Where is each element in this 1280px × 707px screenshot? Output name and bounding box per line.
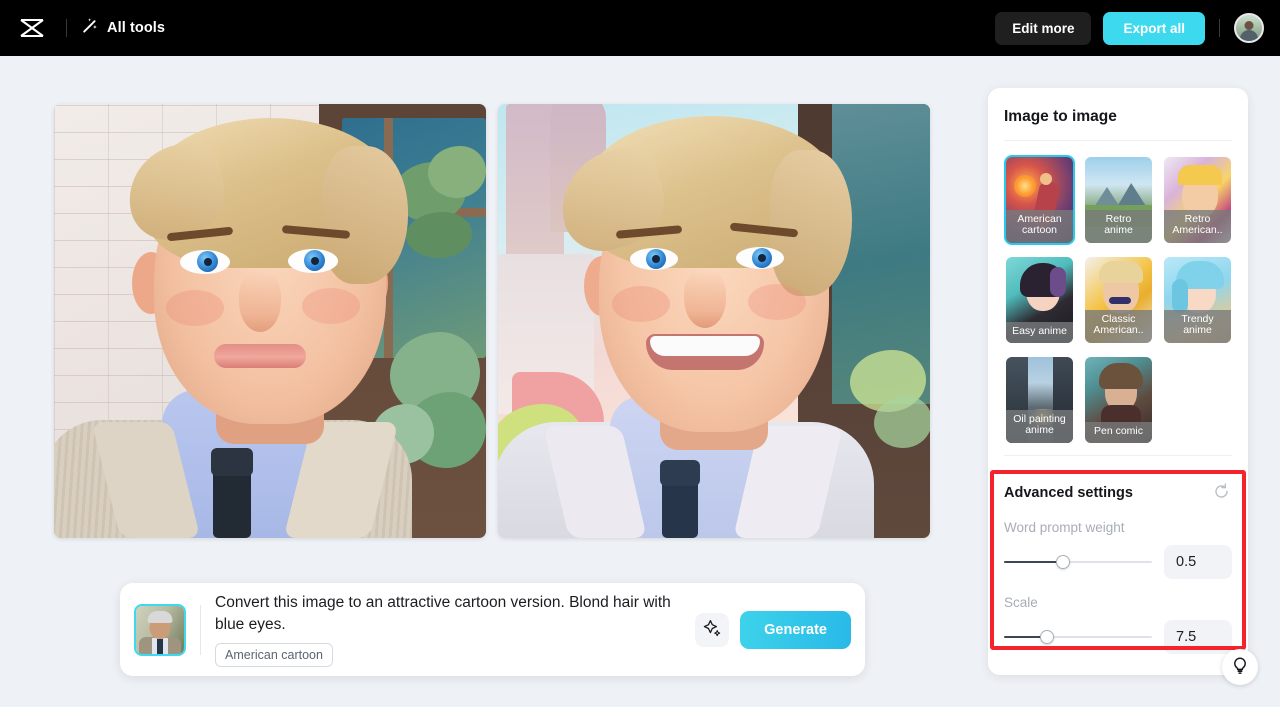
scale-value[interactable]: 7.5	[1164, 620, 1232, 654]
nose	[684, 270, 726, 328]
word-prompt-weight-label: Word prompt weight	[1004, 520, 1125, 535]
blush-left	[166, 290, 224, 326]
source-image-thumbnail[interactable]	[134, 603, 186, 656]
style-label: Classic American..	[1085, 309, 1152, 343]
capcut-logo-icon[interactable]	[16, 12, 48, 44]
image-to-image-panel: Image to image American cartoon Retro anim…	[988, 88, 1248, 675]
word-prompt-weight-row: 0.5	[1004, 545, 1232, 579]
word-prompt-weight-value[interactable]: 0.5	[1164, 545, 1232, 579]
avatar-head	[1244, 21, 1254, 30]
necktie-knot	[211, 448, 253, 476]
pupil-right	[311, 257, 319, 265]
blush-left	[612, 286, 670, 322]
blush-right	[302, 288, 360, 324]
generated-image-2[interactable]	[498, 104, 930, 538]
plant-leaf	[406, 212, 472, 258]
export-all-button[interactable]: Export all	[1103, 11, 1205, 45]
edit-more-button[interactable]: Edit more	[995, 11, 1092, 45]
sparkle-icon-button[interactable]	[695, 612, 730, 647]
style-label: Pen comic	[1085, 422, 1152, 443]
panel-title: Image to image	[1004, 108, 1117, 125]
scale-label: Scale	[1004, 595, 1038, 610]
prompt-bar: Convert this image to an attractive cart…	[120, 583, 865, 676]
thumbnail-hair	[147, 610, 173, 623]
slider-thumb[interactable]	[1056, 555, 1071, 569]
word-prompt-weight-slider[interactable]	[1004, 553, 1152, 571]
pupil-right	[758, 254, 766, 262]
style-card-retro-american[interactable]: Retro American..	[1162, 155, 1233, 245]
style-label: Trendy anime	[1164, 309, 1231, 343]
plant-leaf	[428, 146, 486, 198]
image-canvas: Convert this image to an attractive cart…	[0, 56, 975, 707]
header-actions: Edit more Export all	[995, 11, 1280, 45]
style-card-trendy-anime[interactable]: Trendy anime	[1162, 255, 1233, 345]
style-label: Retro American..	[1164, 209, 1231, 243]
style-label: Easy anime	[1006, 322, 1073, 343]
style-label: American cartoon	[1006, 209, 1073, 243]
style-card-american-cartoon[interactable]: American cartoon	[1004, 155, 1075, 245]
generated-image-1[interactable]	[54, 104, 486, 538]
prompt-divider	[200, 604, 201, 655]
necktie-knot	[660, 460, 700, 486]
advanced-settings-title: Advanced settings	[1004, 485, 1133, 501]
style-label: Oil painting anime	[1006, 409, 1073, 443]
app-root: All tools Edit more Export all Convert t…	[0, 0, 1280, 707]
prompt-style-tag[interactable]: American cartoon	[215, 642, 333, 667]
portrait-art-2	[498, 104, 930, 538]
prompt-actions: Generate	[695, 610, 851, 649]
sparkle-icon	[703, 619, 722, 641]
top-header: All tools Edit more Export all	[0, 0, 1280, 56]
mouth	[214, 344, 306, 368]
header-divider	[66, 19, 67, 37]
pupil-left	[204, 258, 212, 266]
header-divider-2	[1219, 19, 1220, 37]
scale-slider[interactable]	[1004, 628, 1152, 646]
advanced-settings-section: Advanced settings Word prompt weight 0.5…	[1004, 468, 1232, 654]
prompt-input[interactable]: Convert this image to an attractive cart…	[215, 592, 685, 634]
generate-button[interactable]: Generate	[740, 610, 851, 649]
slider-fill	[1004, 561, 1064, 563]
style-card-classic-american[interactable]: Classic American..	[1083, 255, 1154, 345]
magic-wand-icon	[81, 17, 98, 39]
style-card-oil-painting-anime[interactable]: Oil painting anime	[1004, 355, 1075, 445]
window-light-bokeh	[874, 396, 930, 448]
thumbnail-tie	[157, 638, 163, 654]
style-card-retro-anime[interactable]: Retro anime	[1083, 155, 1154, 245]
avatar-body	[1240, 30, 1258, 41]
style-card-pen-comic[interactable]: Pen comic	[1083, 355, 1154, 445]
reset-icon	[1213, 483, 1230, 503]
teeth	[650, 336, 760, 356]
reset-icon-button[interactable]	[1210, 482, 1232, 504]
all-tools-button[interactable]: All tools	[81, 17, 165, 39]
style-grid: American cartoon Retro anime Retro American…	[988, 141, 1248, 455]
style-card-easy-anime[interactable]: Easy anime	[1004, 255, 1075, 345]
pupil-left	[652, 255, 660, 263]
scale-row: 7.5	[1004, 620, 1232, 654]
prompt-content: Convert this image to an attractive cart…	[215, 592, 695, 667]
nose	[239, 272, 281, 332]
slider-thumb[interactable]	[1039, 630, 1054, 644]
portrait-art-1	[54, 104, 486, 538]
lightbulb-icon	[1232, 657, 1248, 678]
advanced-settings-header: Advanced settings	[1004, 482, 1232, 504]
avatar[interactable]	[1234, 13, 1264, 43]
all-tools-label: All tools	[107, 20, 166, 36]
hint-button[interactable]	[1222, 649, 1258, 685]
blush-right	[748, 284, 806, 320]
panel-divider-2	[1004, 455, 1232, 456]
style-label: Retro anime	[1085, 209, 1152, 243]
